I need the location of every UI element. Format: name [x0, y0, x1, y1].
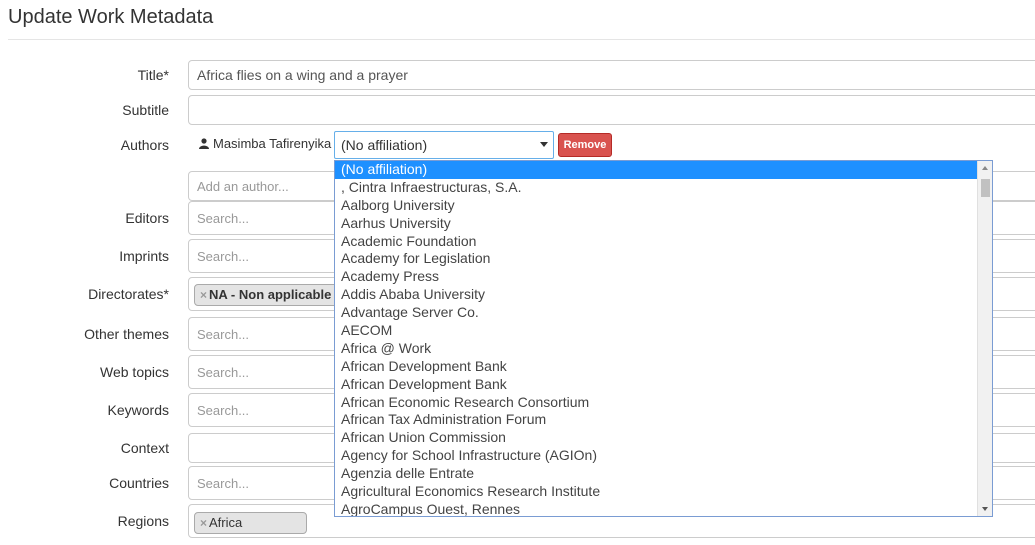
countries-label: Countries	[109, 475, 169, 491]
affiliation-option[interactable]: African Development Bank	[335, 376, 977, 394]
dropdown-scrollbar[interactable]	[977, 161, 992, 516]
title-label: Title*	[137, 67, 169, 83]
other-themes-placeholder: Search...	[197, 327, 250, 342]
web-topics-placeholder: Search...	[197, 365, 250, 380]
affiliation-option[interactable]: Aarhus University	[335, 215, 977, 233]
context-label: Context	[120, 440, 169, 456]
directorate-chip: × NA - Non applicable	[194, 284, 344, 306]
regions-label: Regions	[117, 513, 169, 529]
title-input[interactable]: Africa flies on a wing and a prayer	[188, 60, 1035, 90]
affiliation-option[interactable]: Agenzia delle Entrate	[335, 465, 977, 483]
affiliation-option[interactable]: Agricultural Economics Research Institut…	[335, 483, 977, 501]
affiliation-option[interactable]: Academy Press	[335, 268, 977, 286]
author-entry: Masimba Tafirenyika	[199, 136, 331, 151]
subtitle-label: Subtitle	[122, 102, 169, 118]
affiliation-option[interactable]: African Economic Research Consortium	[335, 394, 977, 412]
keywords-label: Keywords	[107, 402, 169, 418]
affiliation-select-value: (No affiliation)	[341, 137, 428, 153]
keywords-placeholder: Search...	[197, 403, 250, 418]
affiliation-option[interactable]: Agency for School Infrastructure (AGIOn)	[335, 447, 977, 465]
add-author-placeholder: Add an author...	[197, 179, 289, 194]
affiliation-dropdown-list[interactable]: (No affiliation), Cintra Infraestructura…	[334, 160, 993, 517]
imprints-label: Imprints	[119, 248, 169, 264]
affiliation-option[interactable]: Aalborg University	[335, 197, 977, 215]
affiliation-option[interactable]: Academic Foundation	[335, 233, 977, 251]
affiliation-option[interactable]: Africa @ Work	[335, 340, 977, 358]
editors-label: Editors	[125, 210, 169, 226]
affiliation-option[interactable]: Academy for Legislation	[335, 250, 977, 268]
affiliation-option[interactable]: Addis Ababa University	[335, 286, 977, 304]
directorates-label: Directorates*	[88, 286, 169, 302]
region-chip: × Africa	[194, 512, 307, 534]
scrollbar-thumb[interactable]	[981, 179, 990, 197]
region-chip-label: Africa	[209, 515, 243, 530]
author-name: Masimba Tafirenyika	[213, 136, 332, 151]
web-topics-label: Web topics	[100, 364, 169, 380]
scroll-down-icon[interactable]	[982, 507, 988, 511]
affiliation-option[interactable]: African Union Commission	[335, 429, 977, 447]
other-themes-label: Other themes	[84, 326, 169, 342]
authors-label: Authors	[120, 137, 169, 153]
scroll-up-icon[interactable]	[982, 166, 988, 170]
affiliation-option[interactable]: , Cintra Infraestructuras, S.A.	[335, 179, 977, 197]
user-icon	[199, 138, 209, 149]
directorate-chip-label: NA - Non applicable	[209, 287, 332, 302]
affiliation-option[interactable]: (No affiliation)	[335, 161, 977, 179]
affiliation-option[interactable]: African Tax Administration Forum	[335, 411, 977, 429]
title-divider	[8, 39, 1035, 40]
affiliation-option[interactable]: AECOM	[335, 322, 977, 340]
editors-placeholder: Search...	[197, 211, 250, 226]
affiliation-option[interactable]: AgroCampus Ouest, Rennes	[335, 501, 977, 516]
affiliation-select[interactable]: (No affiliation)	[334, 131, 554, 159]
countries-placeholder: Search...	[197, 476, 250, 491]
affiliation-options: (No affiliation), Cintra Infraestructura…	[335, 161, 992, 516]
chevron-down-icon	[540, 142, 548, 147]
affiliation-option[interactable]: Advantage Server Co.	[335, 304, 977, 322]
affiliation-option[interactable]: African Development Bank	[335, 358, 977, 376]
imprints-placeholder: Search...	[197, 249, 250, 264]
chip-remove-icon[interactable]: ×	[200, 516, 207, 530]
subtitle-input[interactable]	[188, 95, 1035, 125]
page-title: Update Work Metadata	[8, 6, 214, 28]
remove-author-button[interactable]: Remove	[558, 133, 612, 157]
chip-remove-icon[interactable]: ×	[200, 288, 207, 302]
